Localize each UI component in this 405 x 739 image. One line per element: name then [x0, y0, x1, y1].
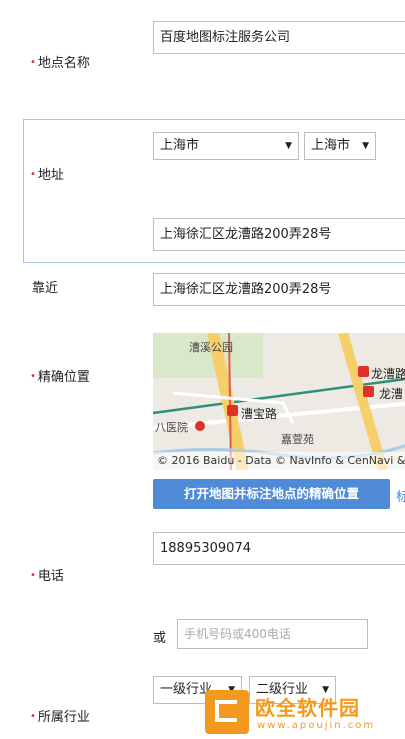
- required-mark: •: [30, 371, 36, 382]
- metro-icon: [358, 366, 369, 377]
- nearby-input[interactable]: 上海徐汇区龙漕路200弄28号: [153, 273, 405, 306]
- province-select[interactable]: 上海市 ▼: [153, 132, 299, 160]
- or-text: 或: [153, 631, 167, 646]
- metro-icon: [363, 386, 374, 397]
- map-view[interactable]: 漕溪公园 漕宝路 嘉萱苑 八医院 龙漕路 龙漕 © 2016 Baidu - D…: [153, 333, 405, 470]
- required-mark: •: [30, 169, 36, 180]
- phone-label: • 电话: [30, 569, 64, 584]
- chevron-down-icon: ▼: [285, 141, 292, 151]
- address-detail-input[interactable]: 上海徐汇区龙漕路200弄28号: [153, 218, 405, 251]
- map-copyright: © 2016 Baidu - Data © NavInfo & CenNavi …: [153, 452, 405, 470]
- industry-label: • 所属行业: [30, 710, 90, 725]
- map-label: 嘉萱苑: [281, 433, 314, 446]
- map-label: 漕宝路: [241, 407, 278, 421]
- watermark-url: www.apoujin.com: [257, 720, 376, 731]
- phone-input[interactable]: 18895309074: [153, 532, 405, 565]
- map-label: 龙漕: [379, 387, 404, 401]
- map-label: 漕溪公园: [189, 341, 233, 354]
- chevron-down-icon: ▼: [362, 141, 369, 151]
- watermark-logo-icon: [205, 690, 249, 734]
- watermark: 欧全软件园 www.apoujin.com: [205, 690, 405, 739]
- map-label: 八医院: [155, 421, 188, 434]
- metro-icon: [227, 405, 238, 416]
- place-name-input[interactable]: 百度地图标注服务公司: [153, 21, 405, 54]
- required-mark: •: [30, 711, 36, 722]
- required-mark: •: [30, 57, 36, 68]
- city-select[interactable]: 上海市 ▼: [304, 132, 376, 160]
- required-mark: •: [30, 570, 36, 581]
- address-label: • 地址: [30, 168, 64, 183]
- nearby-label: 靠近: [32, 281, 59, 296]
- map-side-link[interactable]: 标: [396, 486, 405, 505]
- watermark-name: 欧全软件园: [255, 696, 360, 720]
- hospital-icon: [195, 421, 205, 431]
- precise-location-label: • 精确位置: [30, 370, 90, 385]
- open-map-button[interactable]: 打开地图并标注地点的精确位置: [153, 479, 390, 509]
- place-name-label: • 地点名称: [30, 56, 90, 71]
- alt-phone-input[interactable]: 手机号码或400电话: [177, 619, 368, 649]
- map-label: 龙漕路: [371, 367, 405, 381]
